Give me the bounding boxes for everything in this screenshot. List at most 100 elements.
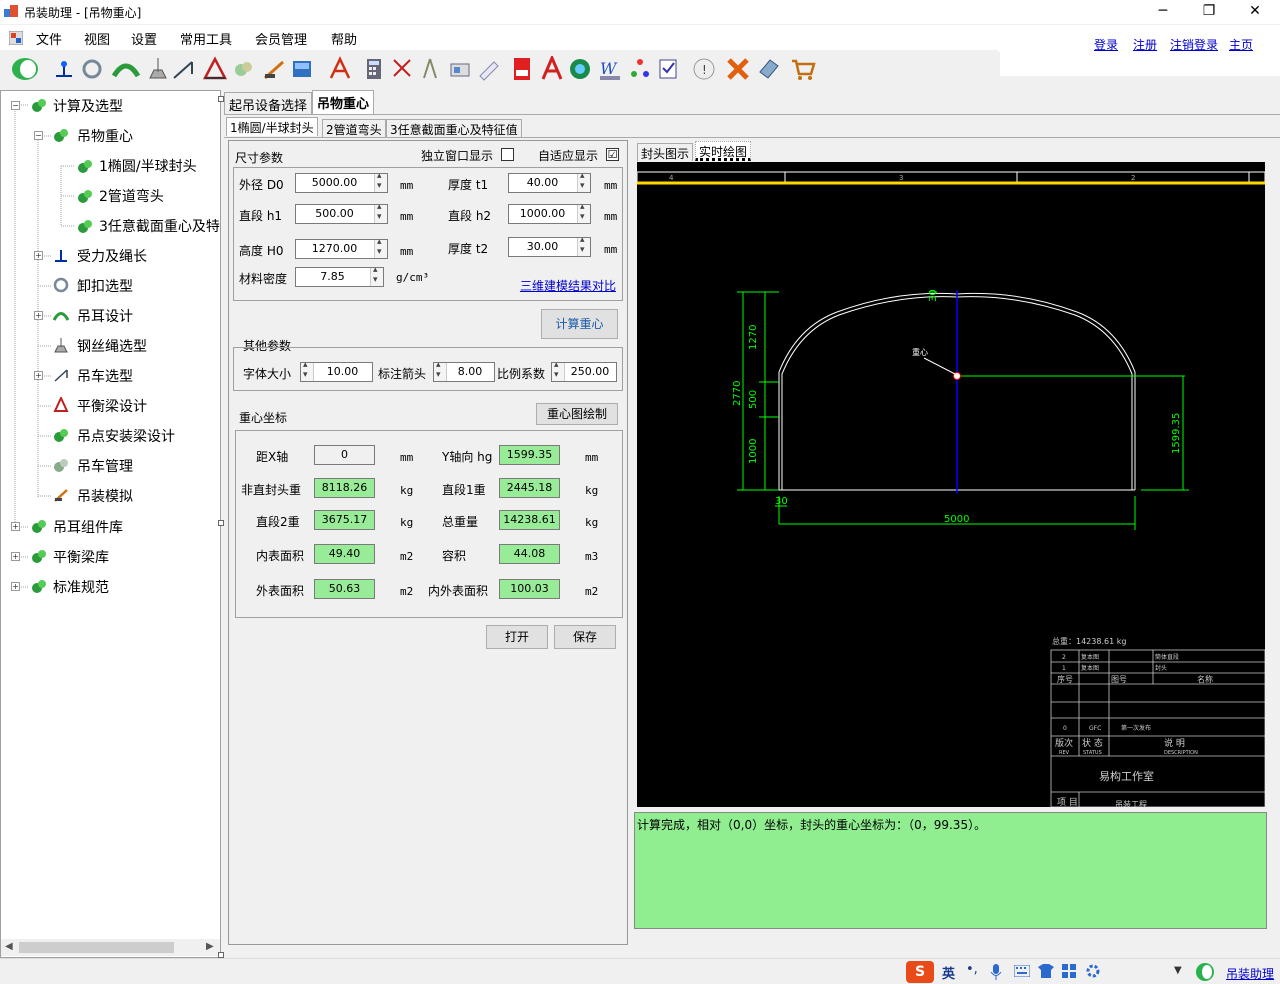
tool-shackle-icon[interactable]: [80, 56, 104, 82]
arrow-input[interactable]: 8.00: [433, 360, 495, 382]
splitter-handle[interactable]: [218, 520, 224, 526]
tree-node-shackle[interactable]: 卸扣选型: [77, 276, 133, 296]
tool-drawing-icon[interactable]: [448, 56, 472, 82]
tree-node-beam[interactable]: 平衡梁设计: [77, 396, 147, 416]
adaptive-checkbox[interactable]: ☑: [606, 148, 619, 161]
menu-settings[interactable]: 设置: [131, 29, 157, 48]
spin-icon[interactable]: [552, 360, 565, 381]
tree-node-standards[interactable]: 标准规范: [53, 577, 109, 597]
login-link[interactable]: 登录: [1094, 36, 1118, 53]
tool-message-icon[interactable]: !: [692, 56, 716, 82]
spin-icon[interactable]: [374, 202, 387, 223]
microphone-icon[interactable]: [990, 964, 1002, 980]
subtab-head[interactable]: 1椭圆/半球封头: [226, 117, 318, 136]
tool-lug-icon[interactable]: [111, 56, 141, 82]
tool-balance-beam-icon[interactable]: [202, 56, 228, 82]
tab-lifting-equipment[interactable]: 起吊设备选择: [224, 92, 313, 114]
tree-node-crane[interactable]: 吊车选型: [77, 366, 133, 386]
spin-icon[interactable]: [577, 171, 590, 192]
maximize-button[interactable]: ❐: [1186, 0, 1232, 24]
shop-cart-icon[interactable]: [790, 56, 816, 82]
spin-icon[interactable]: [301, 360, 314, 381]
tree-node-lug-lib[interactable]: 吊耳组件库: [53, 517, 123, 537]
tree-node-head[interactable]: 1椭圆/半球封头: [99, 156, 197, 176]
minimize-button[interactable]: ─: [1140, 0, 1186, 24]
subtab-elbow[interactable]: 2管道弯头: [322, 119, 386, 138]
compare-3d-link[interactable]: 三维建模结果对比: [520, 277, 616, 294]
font-size-input[interactable]: 10.00: [300, 360, 373, 382]
open-button[interactable]: 打开: [486, 625, 548, 649]
t1-input[interactable]: 40.00: [508, 171, 591, 193]
tool-pdf-icon[interactable]: [510, 56, 534, 82]
independent-checkbox[interactable]: [501, 148, 514, 161]
t2-input[interactable]: 30.00: [508, 235, 591, 257]
tree-node-force[interactable]: 受力及绳长: [77, 246, 147, 266]
power-icon[interactable]: [10, 56, 40, 82]
menu-help[interactable]: 帮助: [331, 29, 357, 48]
menu-file[interactable]: 文件: [36, 29, 62, 48]
punctuation-icon[interactable]: •,: [966, 962, 978, 977]
tool-tag-icon[interactable]: [756, 56, 780, 82]
ime-lang[interactable]: 英: [942, 963, 955, 982]
drawing-canvas[interactable]: 4 3 2 重心 2770 1270 500 1000 30 30 5000 1…: [636, 162, 1266, 809]
menu-tools[interactable]: 常用工具: [180, 29, 232, 48]
calc-cog-button[interactable]: 计算重心: [541, 309, 618, 339]
d0-input[interactable]: 5000.00: [295, 171, 388, 193]
subtab-section[interactable]: 3任意截面重心及特征值: [386, 119, 522, 138]
tree-node-calc[interactable]: 计算及选型: [53, 96, 123, 116]
tool-simulation-icon[interactable]: [290, 56, 314, 82]
tool-install-beam-icon[interactable]: [232, 56, 256, 82]
scale-input[interactable]: 250.00: [551, 360, 617, 382]
toolbox-icon[interactable]: [1062, 964, 1076, 978]
expand-toggle[interactable]: +: [11, 552, 20, 561]
tool-web-icon[interactable]: [568, 56, 592, 82]
scroll-thumb[interactable]: [19, 942, 174, 953]
tool-calculator-icon[interactable]: [362, 56, 386, 82]
expand-toggle[interactable]: +: [11, 582, 20, 591]
tab-head-diagram[interactable]: 封头图示: [637, 143, 694, 161]
spin-icon[interactable]: [434, 360, 447, 381]
skin-icon[interactable]: [1038, 964, 1054, 978]
collapse-toggle[interactable]: −: [34, 131, 43, 140]
tree-hscrollbar[interactable]: ◀ ▶: [1, 939, 220, 956]
tray-app-icon[interactable]: [1194, 962, 1216, 982]
tab-realtime-drawing[interactable]: 实时绘图: [695, 141, 752, 161]
expand-toggle[interactable]: +: [34, 251, 43, 260]
tree-node-elbow[interactable]: 2管道弯头: [99, 186, 164, 206]
tree-node-cog[interactable]: 吊物重心: [77, 126, 133, 146]
h1-input[interactable]: 500.00: [295, 202, 388, 224]
collapse-toggle[interactable]: −: [11, 101, 20, 110]
expand-toggle[interactable]: +: [34, 311, 43, 320]
keyboard-icon[interactable]: [1014, 965, 1030, 977]
h0-input[interactable]: 1270.00: [295, 237, 388, 259]
sogou-ime-icon[interactable]: S: [906, 961, 934, 983]
tab-cog[interactable]: 吊物重心: [312, 90, 375, 114]
mdi-icon[interactable]: [9, 31, 23, 45]
close-button[interactable]: ✕: [1232, 0, 1278, 24]
tool-scissors-icon[interactable]: [390, 56, 414, 82]
tool-compass-icon[interactable]: [418, 56, 442, 82]
homepage-link[interactable]: 主页: [1229, 36, 1253, 53]
tool-wire-rope-icon[interactable]: [146, 56, 170, 82]
ime-settings-icon[interactable]: [1086, 964, 1100, 978]
tray-expand-icon[interactable]: ▼: [1174, 965, 1182, 976]
spin-icon[interactable]: [370, 265, 383, 286]
menu-membership[interactable]: 会员管理: [255, 29, 307, 48]
tool-autocad-icon[interactable]: [328, 56, 352, 82]
save-button[interactable]: 保存: [554, 625, 616, 649]
tree-node-simulation[interactable]: 吊装模拟: [77, 486, 133, 506]
tool-text-icon[interactable]: [540, 54, 564, 82]
density-input[interactable]: 7.85: [295, 265, 384, 287]
tool-center-gravity-icon[interactable]: [52, 56, 76, 82]
tree-node-section[interactable]: 3任意截面重心及特: [99, 216, 220, 236]
draw-cog-button[interactable]: 重心图绘制: [536, 403, 618, 425]
splitter-handle[interactable]: [218, 96, 224, 102]
tree-node-beam-lib[interactable]: 平衡梁库: [53, 547, 109, 567]
spin-icon[interactable]: [374, 237, 387, 258]
menu-view[interactable]: 视图: [84, 29, 110, 48]
logout-link[interactable]: 注销登录: [1170, 36, 1218, 53]
tool-notes-icon[interactable]: [656, 56, 680, 82]
tree-node-crane-manage[interactable]: 吊车管理: [77, 456, 133, 476]
spin-icon[interactable]: [374, 171, 387, 192]
scroll-right-icon[interactable]: ▶: [206, 941, 214, 952]
